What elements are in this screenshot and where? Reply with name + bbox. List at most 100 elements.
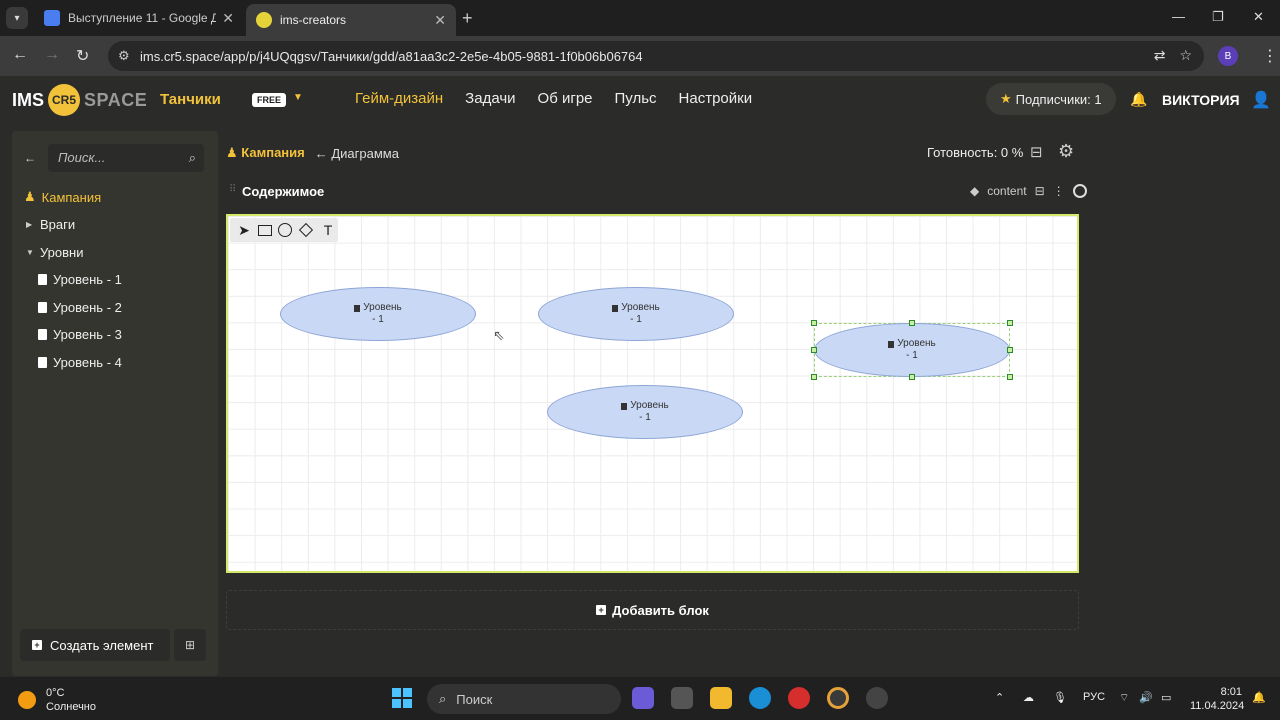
breadcrumb-current: ← Диаграмма	[314, 145, 399, 161]
address-bar[interactable]: ⚙ ims.cr5.space/app/p/j4UQqgsv/Танчики/g…	[108, 41, 1204, 71]
text-tool-icon[interactable]: T	[320, 222, 336, 238]
bell-icon[interactable]: 🔔	[1130, 91, 1147, 108]
create-element-button[interactable]: + Создать элемент	[20, 629, 170, 661]
add-folder-button[interactable]: ⊞	[174, 629, 206, 661]
browser-toolbar: ← → ↻ ⚙ ims.cr5.space/app/p/j4UQqgsv/Тан…	[0, 36, 1280, 76]
tab-title: Выступление 11 - Google Доку	[68, 11, 217, 25]
yandex-browser-icon[interactable]	[788, 687, 810, 709]
menu-about-game[interactable]: Об игре	[538, 90, 593, 107]
close-icon[interactable]: ✕	[434, 12, 446, 29]
resize-handle[interactable]	[909, 374, 915, 380]
resize-handle[interactable]	[1007, 374, 1013, 380]
tab-search-button[interactable]: ▾	[6, 7, 28, 29]
forward-arrow-icon[interactable]: →	[44, 46, 60, 64]
sidebar-item-level-2[interactable]: Уровень - 2	[38, 300, 122, 315]
windows-start-icon[interactable]	[392, 688, 412, 708]
sidebar-item-level-3[interactable]: Уровень - 3	[38, 327, 122, 342]
task-view-icon[interactable]	[671, 687, 693, 709]
diagram-canvas[interactable]: ➤ T Уровень - 1 Уровень - 1 Уровень - 1 …	[226, 214, 1079, 573]
site-info-icon[interactable]: ⚙	[118, 48, 130, 64]
microphone-icon[interactable]: 🎙	[1053, 691, 1067, 704]
menu-pulse[interactable]: Пульс	[615, 90, 657, 107]
restore-button[interactable]: ❐	[1212, 9, 1224, 25]
chevron-down-icon[interactable]: ▼	[293, 92, 303, 103]
pointer-tool-icon[interactable]: ➤	[236, 222, 252, 238]
sidebar-item-enemies[interactable]: ▶ Враги	[26, 217, 75, 232]
reload-icon[interactable]: ↻	[76, 46, 89, 66]
browser-tab-ims[interactable]: ims-creators ✕	[246, 4, 456, 36]
more-options-icon[interactable]: ⋮	[1053, 184, 1065, 198]
wifi-icon[interactable]: ⌔	[1119, 691, 1129, 705]
chrome-icon[interactable]	[827, 687, 849, 709]
cloud-icon[interactable]: ☁	[1023, 691, 1034, 704]
taskbar-search[interactable]: ⌕ Поиск	[427, 684, 621, 714]
chevron-right-icon[interactable]: ▶	[26, 220, 34, 229]
diamond-tool-icon[interactable]	[298, 222, 314, 238]
search-icon[interactable]: ⌕	[189, 150, 196, 166]
obs-icon[interactable]	[866, 687, 888, 709]
breadcrumb-root[interactable]: ♟ Кампания	[226, 145, 305, 161]
resize-handle[interactable]	[811, 347, 817, 353]
menu-tasks[interactable]: Задачи	[465, 90, 515, 107]
ims-logo[interactable]: IMS CR5 SPACE	[12, 84, 147, 116]
bookmark-star-icon[interactable]: ☆	[1179, 47, 1192, 64]
close-icon[interactable]: ✕	[222, 10, 234, 27]
folder-plus-icon: ⊞	[184, 638, 196, 652]
chevron-up-icon[interactable]: ⌃	[995, 691, 1004, 704]
resize-handle[interactable]	[1007, 347, 1013, 353]
translate-icon[interactable]: ⇄	[1154, 47, 1166, 64]
drag-handle-icon[interactable]: ⠿	[229, 184, 236, 195]
user-name[interactable]: ВИКТОРИЯ	[1162, 92, 1240, 108]
menu-game-design[interactable]: Гейм-дизайн	[355, 90, 443, 107]
diagram-node[interactable]: Уровень - 1	[547, 385, 743, 439]
resize-handle[interactable]	[811, 320, 817, 326]
diagram-node-selected[interactable]: Уровень - 1	[814, 323, 1010, 377]
sidebar-item-levels[interactable]: ▼ Уровни	[26, 245, 83, 260]
project-name[interactable]: Танчики	[160, 91, 221, 108]
chevron-down-icon[interactable]: ▼	[26, 248, 34, 257]
profile-avatar[interactable]: В	[1218, 46, 1238, 66]
resize-handle[interactable]	[909, 320, 915, 326]
rectangle-tool-icon[interactable]	[258, 224, 272, 236]
back-arrow-icon[interactable]: ←	[12, 46, 28, 64]
window-close-button[interactable]: ✕	[1253, 9, 1264, 25]
resize-handle[interactable]	[811, 374, 817, 380]
resize-handle[interactable]	[1007, 320, 1013, 326]
sun-icon	[18, 691, 36, 709]
document-icon	[38, 357, 47, 368]
volume-icon[interactable]: 🔊	[1139, 691, 1153, 704]
diagram-node[interactable]: Уровень - 1	[538, 287, 734, 341]
language-indicator[interactable]: РУС	[1083, 691, 1105, 703]
edge-icon[interactable]	[749, 687, 771, 709]
hierarchy-icon[interactable]: ⊟	[1030, 143, 1043, 161]
user-icon[interactable]: 👤	[1251, 90, 1271, 110]
sidebar-item-level-4[interactable]: Уровень - 4	[38, 355, 122, 370]
copilot-icon[interactable]	[632, 687, 654, 709]
document-icon	[38, 302, 47, 313]
diagram-node[interactable]: Уровень - 1	[280, 287, 476, 341]
search-input[interactable]: Поиск... ⌕	[48, 144, 204, 172]
minimize-button[interactable]: —	[1172, 9, 1185, 24]
back-arrow-icon[interactable]: ←	[24, 151, 36, 165]
circle-tool-icon[interactable]	[278, 223, 292, 237]
weather-widget[interactable]: 0°C Солнечно	[18, 686, 96, 714]
sidebar-item-level-1[interactable]: Уровень - 1	[38, 272, 122, 287]
menu-settings[interactable]: Настройки	[679, 90, 753, 107]
subscribers-button[interactable]: ★ Подписчики: 1	[986, 83, 1116, 115]
tag-icon: ◆	[970, 184, 980, 198]
hierarchy-icon[interactable]: ⊟	[1035, 184, 1045, 198]
browser-menu-icon[interactable]: ⋮	[1262, 46, 1278, 66]
browser-tab-docs[interactable]: Выступление 11 - Google Доку ✕	[34, 4, 244, 32]
diagram-toolbar: ➤ T	[230, 218, 338, 242]
file-explorer-icon[interactable]	[710, 687, 732, 709]
block-tag[interactable]: content	[987, 184, 1026, 198]
gear-icon[interactable]: ⚙	[1058, 141, 1074, 162]
status-circle-icon[interactable]	[1072, 184, 1087, 198]
battery-icon[interactable]: ▭	[1161, 691, 1171, 704]
windows-taskbar: 0°C Солнечно ⌕ Поиск ⌃ ☁ 🎙 РУС ⌔ 🔊 ▭ 8:0…	[0, 677, 1280, 720]
sidebar-item-campaign[interactable]: ♟ Кампания	[24, 189, 101, 205]
system-clock[interactable]: 8:01 11.04.2024	[1190, 685, 1244, 713]
notification-icon[interactable]: 🔔	[1252, 691, 1266, 704]
add-block-button[interactable]: + Добавить блок	[226, 590, 1079, 630]
new-tab-button[interactable]: +	[462, 8, 473, 29]
